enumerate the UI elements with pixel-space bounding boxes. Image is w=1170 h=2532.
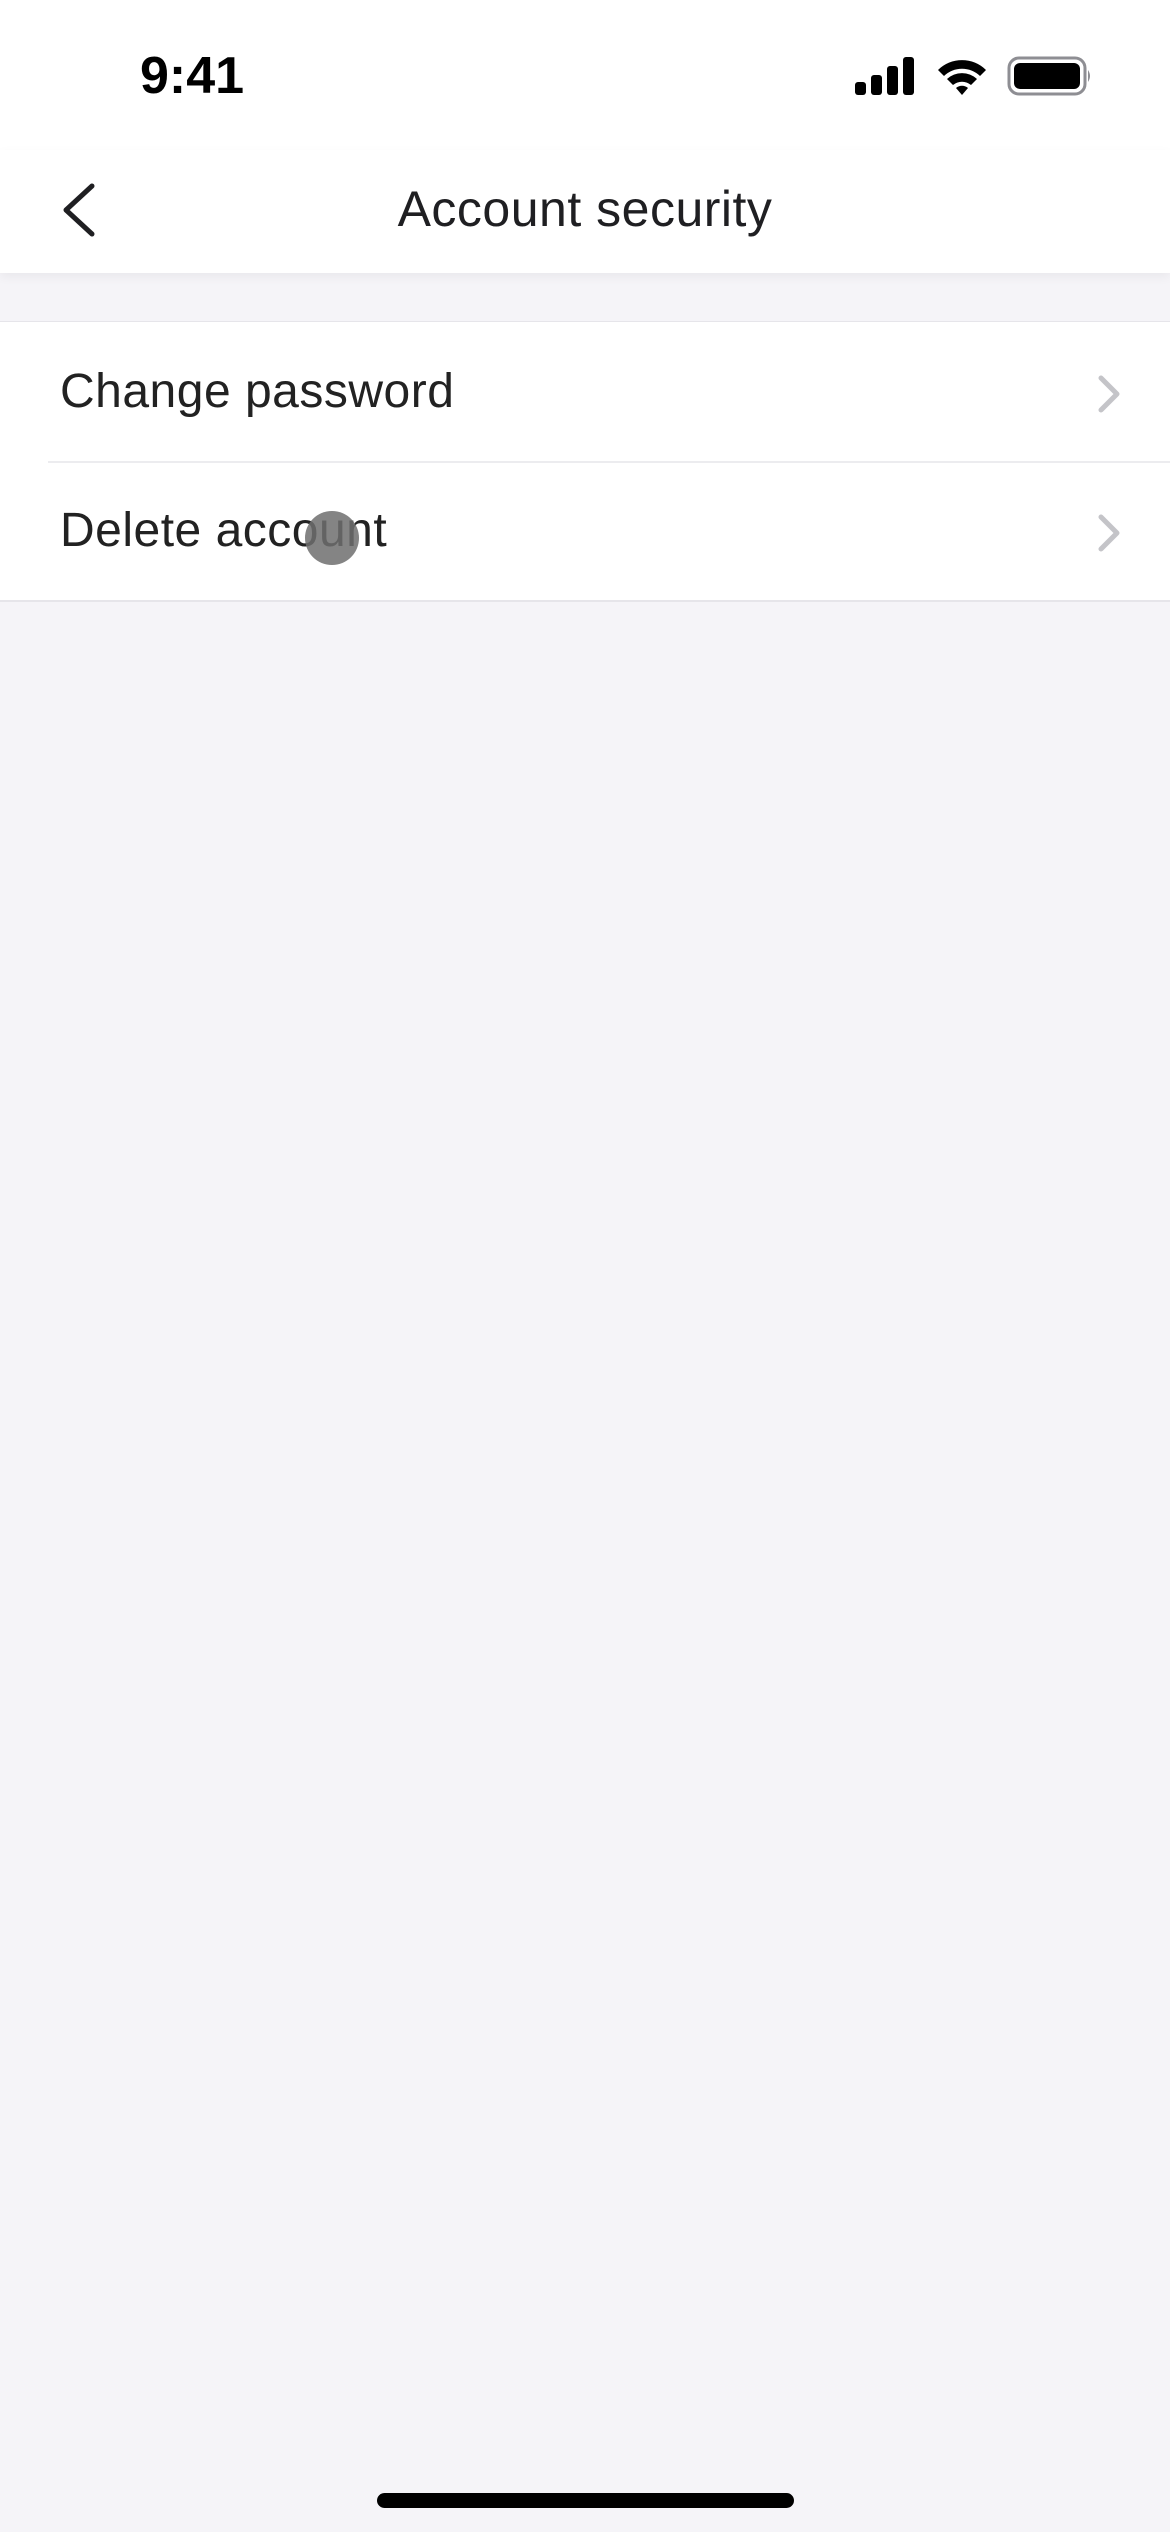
chevron-right-icon bbox=[1098, 514, 1120, 552]
list-item-delete-account[interactable]: Delete account bbox=[0, 461, 1170, 600]
list-item-change-password[interactable]: Change password bbox=[0, 322, 1170, 461]
settings-list: Change password Delete account bbox=[0, 321, 1170, 602]
status-time: 9:41 bbox=[140, 47, 245, 105]
list-item-label: Change password bbox=[60, 365, 455, 418]
nav-bar: Account security bbox=[0, 150, 1170, 273]
home-indicator[interactable] bbox=[377, 2493, 794, 2508]
list-item-label: Delete account bbox=[60, 504, 388, 557]
wifi-icon bbox=[938, 60, 986, 95]
chevron-right-icon bbox=[1098, 375, 1120, 413]
battery-icon bbox=[1007, 56, 1090, 96]
page-title: Account security bbox=[397, 181, 773, 237]
status-bar: 9:41 bbox=[0, 0, 1170, 150]
cellular-signal-icon bbox=[855, 57, 914, 95]
